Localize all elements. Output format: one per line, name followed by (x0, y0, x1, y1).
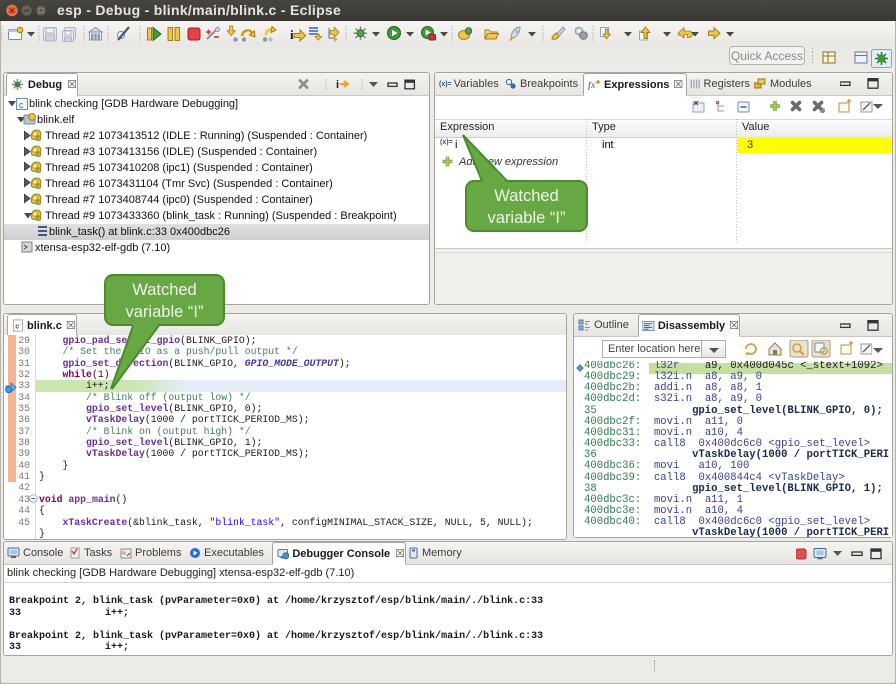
svg-text:i: i (290, 27, 294, 42)
svg-text:fx: fx (588, 80, 596, 90)
svg-text:c: c (19, 100, 24, 110)
svg-text:i: i (336, 79, 339, 91)
svg-text:c: c (15, 321, 19, 330)
